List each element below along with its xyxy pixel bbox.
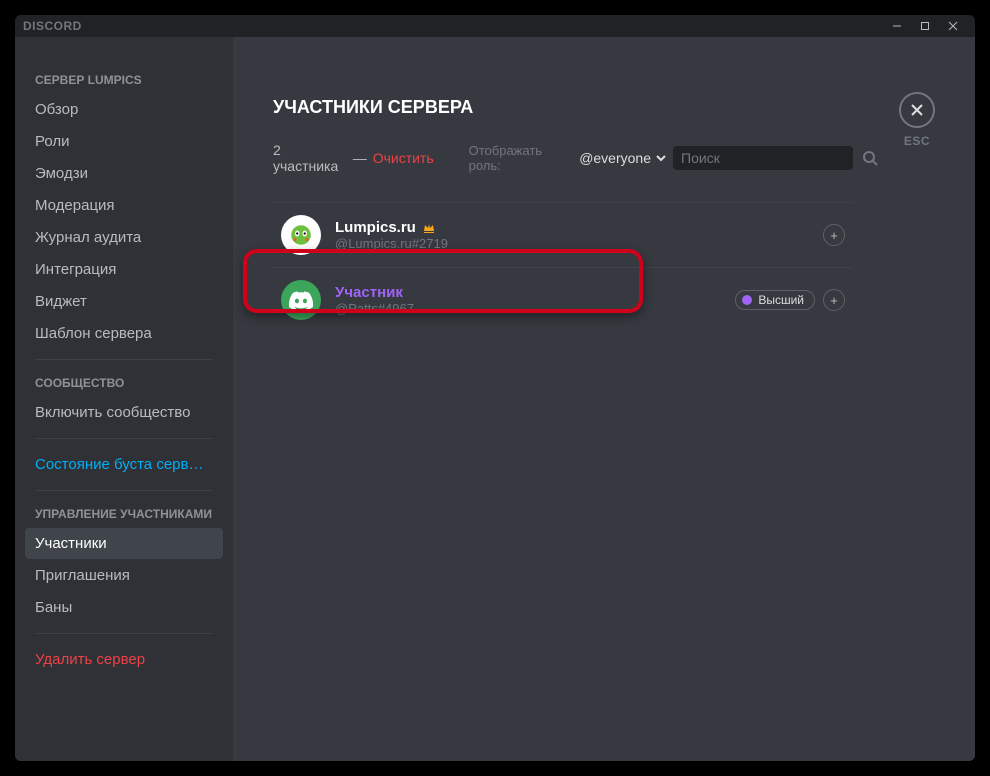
role-chip-label: Высший: [758, 293, 804, 307]
role-filter-dropdown[interactable]: @everyone: [579, 150, 667, 166]
sidebar-separator: [35, 438, 213, 439]
sidebar-header-user-management: УПРАВЛЕНИЕ УЧАСТНИКАМИ: [25, 501, 223, 527]
sidebar-item-roles[interactable]: Роли: [25, 126, 223, 157]
sidebar-item-moderation[interactable]: Модерация: [25, 190, 223, 221]
member-list: Lumpics.ru @Lumpics.ru#2719 + Участник: [273, 202, 853, 332]
close-settings-button[interactable]: [899, 92, 935, 128]
role-filter-value: @everyone: [579, 150, 651, 166]
sidebar-header-community: СООБЩЕСТВО: [25, 370, 223, 396]
app-brand: DISCORD: [23, 19, 82, 33]
sidebar-item-emoji[interactable]: Эмодзи: [25, 158, 223, 189]
sidebar-item-audit-log[interactable]: Журнал аудита: [25, 222, 223, 253]
sidebar-header-server: СЕРВЕР LUMPICS: [25, 67, 223, 93]
member-row[interactable]: Участник @Patts#4967 Высший +: [273, 267, 853, 332]
sidebar-separator: [35, 359, 213, 360]
avatar: [281, 280, 321, 320]
sidebar-item-boost-status[interactable]: Состояние буста серв…: [25, 449, 223, 480]
filter-row: 2 участника — Очистить Отображать роль: …: [273, 142, 853, 174]
window-maximize-button[interactable]: [911, 15, 939, 37]
sidebar-item-invites[interactable]: Приглашения: [25, 560, 223, 591]
member-search-box[interactable]: [673, 146, 853, 170]
sidebar-item-overview[interactable]: Обзор: [25, 94, 223, 125]
clear-filter-link[interactable]: Очистить: [373, 150, 434, 166]
sidebar-item-template[interactable]: Шаблон сервера: [25, 318, 223, 349]
sidebar-separator: [35, 490, 213, 491]
dash: —: [353, 150, 367, 166]
sidebar-item-delete-server[interactable]: Удалить сервер: [25, 644, 223, 675]
avatar: [281, 215, 321, 255]
settings-sidebar: СЕРВЕР LUMPICS Обзор Роли Эмодзи Модерац…: [15, 37, 233, 761]
member-tag: @Patts#4967: [335, 301, 414, 316]
sidebar-item-enable-community[interactable]: Включить сообщество: [25, 397, 223, 428]
sidebar-item-bans[interactable]: Баны: [25, 592, 223, 623]
page-title: УЧАСТНИКИ СЕРВЕРА: [273, 97, 935, 118]
member-name: Участник: [335, 284, 414, 301]
sidebar-item-integrations[interactable]: Интеграция: [25, 254, 223, 285]
member-count: 2 участника: [273, 142, 347, 174]
search-icon: [862, 150, 878, 166]
sidebar-item-members[interactable]: Участники: [25, 528, 223, 559]
close-settings-label: ESC: [904, 134, 930, 148]
role-chip[interactable]: Высший: [735, 290, 815, 310]
chevron-down-icon: [655, 152, 667, 164]
sidebar-separator: [35, 633, 213, 634]
add-role-button[interactable]: +: [823, 224, 845, 246]
owner-crown-icon: [422, 221, 436, 235]
member-row[interactable]: Lumpics.ru @Lumpics.ru#2719 +: [273, 202, 853, 267]
role-color-dot: [742, 295, 752, 305]
window-minimize-button[interactable]: [883, 15, 911, 37]
search-input[interactable]: [681, 150, 862, 166]
add-role-button[interactable]: +: [823, 289, 845, 311]
window-close-button[interactable]: [939, 15, 967, 37]
display-role-label: Отображать роль:: [469, 143, 574, 173]
member-name: Lumpics.ru: [335, 219, 448, 236]
sidebar-item-widget[interactable]: Виджет: [25, 286, 223, 317]
member-tag: @Lumpics.ru#2719: [335, 236, 448, 251]
window-titlebar: DISCORD: [15, 15, 975, 37]
content-area: ESC УЧАСТНИКИ СЕРВЕРА 2 участника — Очис…: [233, 37, 975, 761]
